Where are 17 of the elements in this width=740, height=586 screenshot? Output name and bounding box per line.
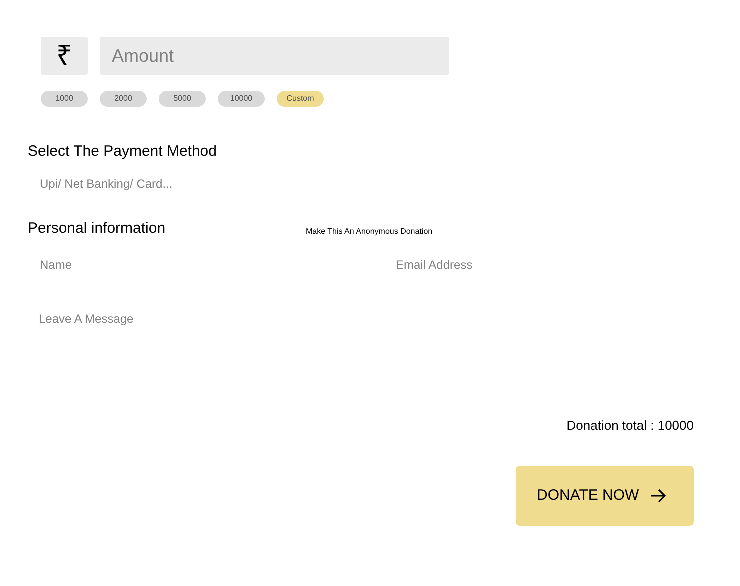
amount-chip[interactable]: 5000 (159, 91, 206, 107)
donate-button[interactable]: DONATE NOW (516, 466, 694, 526)
amount-chip[interactable]: 1000 (41, 91, 88, 107)
section-heading: Personal information (28, 220, 167, 238)
donation-total: Donation total : 10000 (566, 418, 694, 434)
amount-chip[interactable]: 10000 (218, 91, 265, 107)
name-field[interactable]: Name (28, 254, 372, 276)
amount-field[interactable]: Amount (100, 37, 449, 75)
anonymous-donation-label[interactable]: Make This An Anonymous Donation (306, 227, 433, 238)
arrow-right-icon (650, 489, 666, 503)
amount-chip[interactable]: Custom (277, 91, 324, 107)
currency-symbol: ₹ (41, 37, 88, 75)
payment-method-field[interactable]: Upi/ Net Banking/ Card... (28, 173, 428, 195)
section-heading: Select The Payment Method (28, 143, 217, 160)
amount-chip[interactable]: 2000 (100, 91, 147, 107)
message-field[interactable]: Leave A Message (27, 308, 427, 330)
email-field[interactable]: Email Address (384, 254, 684, 276)
